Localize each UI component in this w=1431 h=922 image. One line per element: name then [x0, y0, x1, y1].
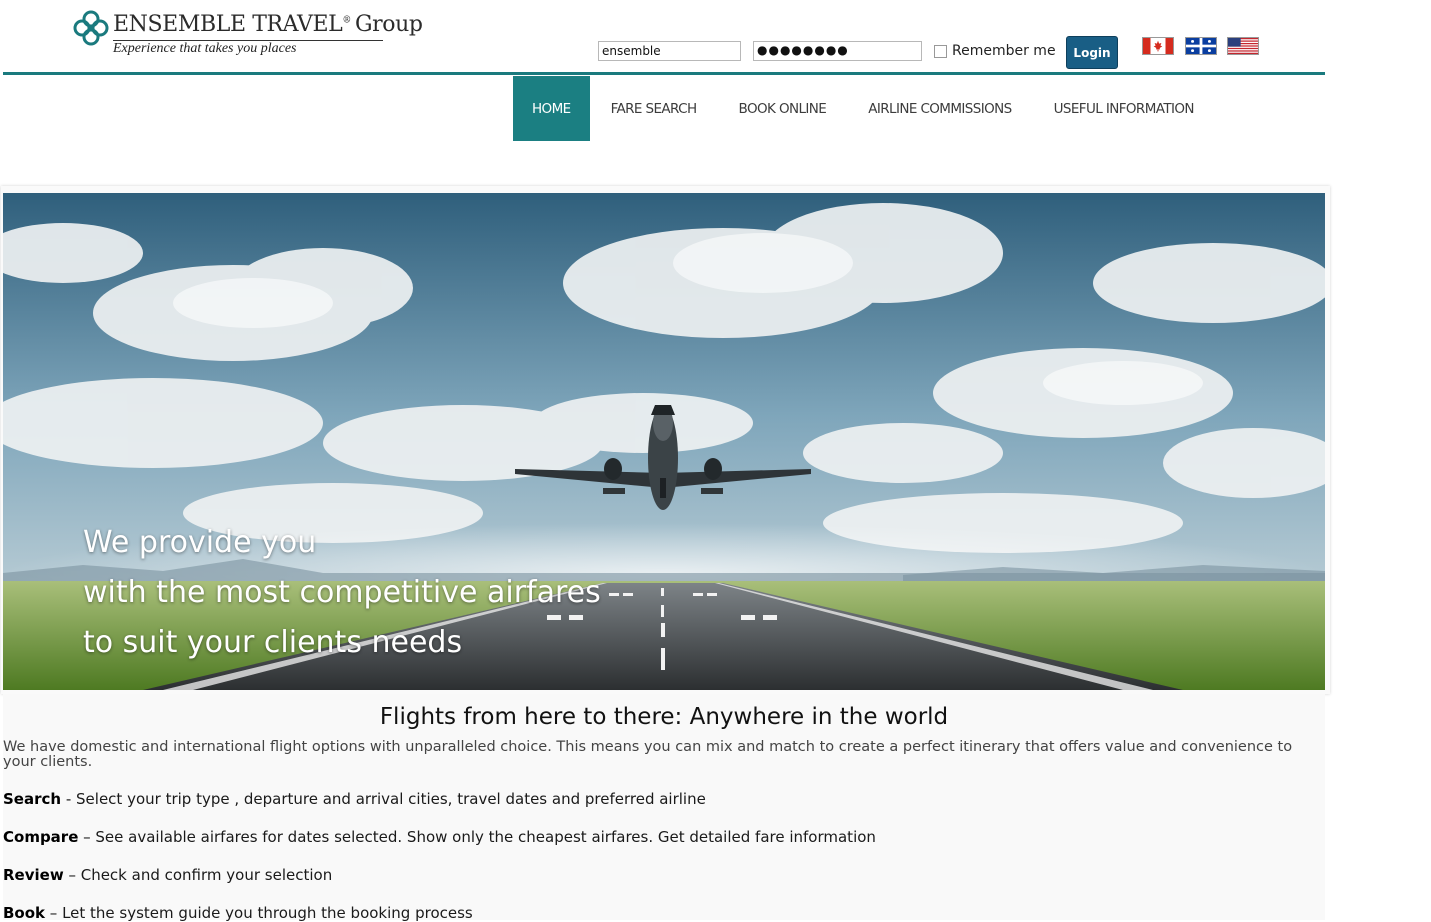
step-desc: - Select your trip type , departure and … — [61, 790, 706, 808]
nav-airline-commissions[interactable]: AIRLINE COMMISSIONS — [847, 76, 1032, 141]
step-desc: – Let the system guide you through the b… — [45, 904, 473, 922]
step-compare: Compare – See available airfares for dat… — [3, 828, 876, 846]
content-intro: We have domestic and international fligh… — [3, 739, 1293, 770]
remember-me-checkbox[interactable] — [934, 44, 947, 58]
hero-line-2: with the most competitive airfares — [83, 575, 601, 610]
header-divider — [3, 72, 1325, 75]
hero-tagline: We provide you with the most competitive… — [83, 518, 601, 668]
remember-me-label: Remember me — [952, 43, 1056, 59]
nav-fare-search[interactable]: FARE SEARCH — [590, 76, 718, 141]
quebec-flag-icon[interactable] — [1185, 37, 1217, 55]
step-review: Review – Check and confirm your selectio… — [3, 866, 332, 884]
step-term: Search — [3, 790, 62, 808]
content-title: Flights from here to there: Anywhere in … — [379, 704, 949, 730]
step-term: Compare — [3, 828, 79, 846]
hero-line-3: to suit your clients needs — [83, 625, 463, 660]
brand-tagline: Experience that takes you places — [113, 41, 297, 56]
step-desc: – Check and confirm your selection — [63, 866, 333, 884]
nav-book-online[interactable]: BOOK ONLINE — [718, 76, 848, 141]
main-nav: HOME FARE SEARCH BOOK ONLINE AIRLINE COM… — [513, 76, 1215, 141]
nav-useful-information[interactable]: USEFUL INFORMATION — [1033, 76, 1215, 141]
nav-home[interactable]: HOME — [513, 76, 590, 141]
step-desc: – See available airfares for dates selec… — [78, 828, 876, 846]
step-term: Review — [3, 866, 64, 884]
logo-clover-icon — [73, 10, 109, 46]
remember-me[interactable]: Remember me — [934, 43, 1056, 59]
step-search: Search - Select your trip type , departu… — [3, 790, 706, 808]
content-section: Flights from here to there: Anywhere in … — [3, 694, 1325, 922]
login-button[interactable]: Login — [1066, 36, 1118, 69]
step-term: Book — [3, 904, 46, 922]
usa-flag-icon[interactable] — [1227, 37, 1259, 55]
step-book: Book – Let the system guide you through … — [3, 904, 473, 922]
hero-line-1: We provide you — [83, 525, 317, 560]
hero-banner: We provide you with the most competitive… — [3, 193, 1325, 690]
password-input[interactable]: ●●●●●●●● — [753, 41, 922, 61]
brand-name: ENSEMBLE TRAVEL® Group — [113, 12, 423, 37]
username-input[interactable] — [598, 41, 741, 61]
canada-flag-icon[interactable] — [1142, 37, 1174, 55]
